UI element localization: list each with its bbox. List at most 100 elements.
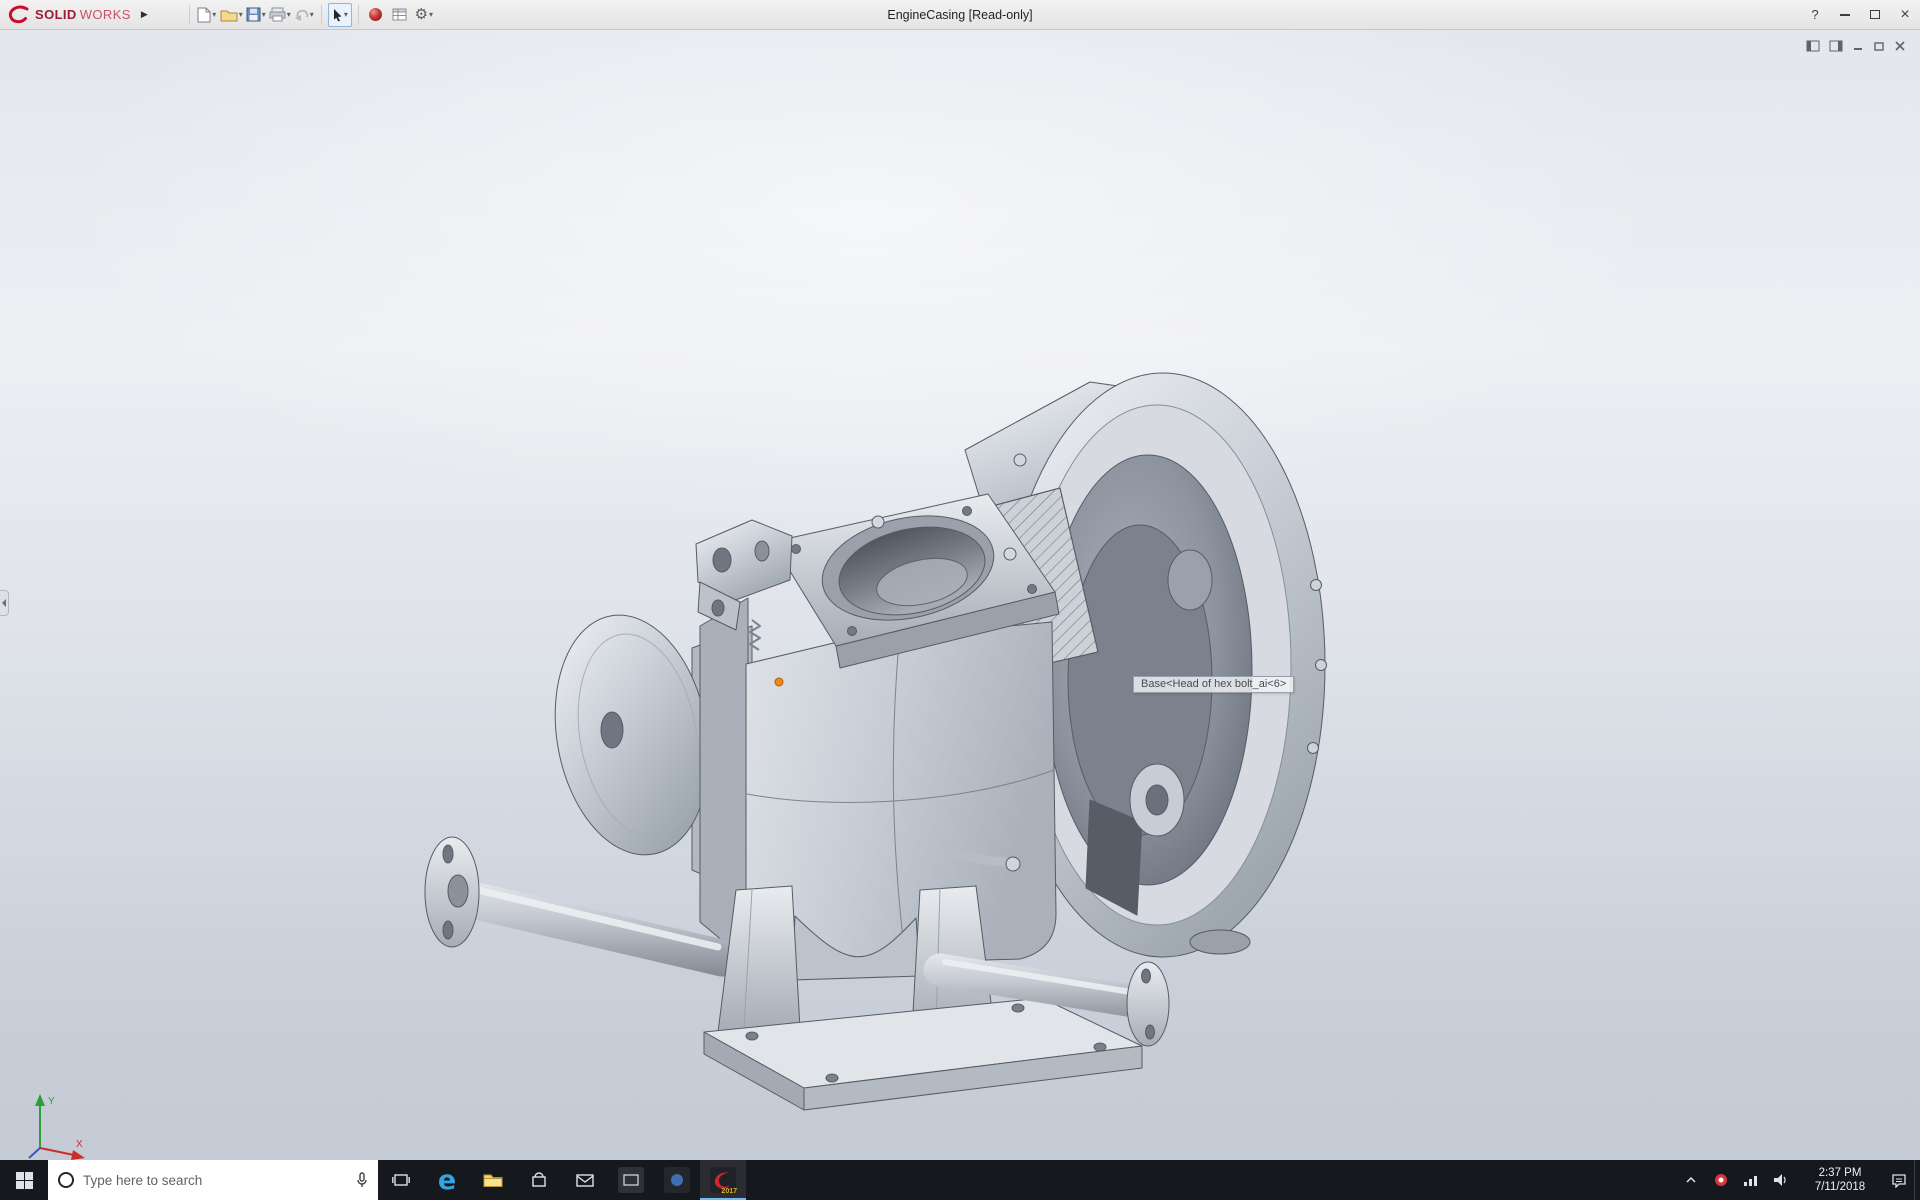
action-center-button[interactable] bbox=[1884, 1160, 1914, 1200]
panel-collapse-handle[interactable] bbox=[0, 590, 9, 616]
dropdown-arrow-icon[interactable]: ▾ bbox=[262, 10, 266, 19]
undo-icon bbox=[294, 8, 309, 21]
search-input[interactable] bbox=[83, 1173, 347, 1188]
pane-right-button[interactable] bbox=[1829, 40, 1843, 52]
undo-button[interactable]: ▾ bbox=[293, 3, 315, 27]
taskbar-search[interactable] bbox=[48, 1160, 378, 1200]
solidworks-version-badge: 2017 bbox=[721, 1188, 737, 1195]
open-folder-icon bbox=[220, 8, 238, 22]
print-button[interactable]: ▾ bbox=[269, 3, 291, 27]
clock-time: 2:37 PM bbox=[1819, 1166, 1862, 1180]
chevron-left-icon bbox=[2, 599, 6, 607]
taskbar-app-edge[interactable]: e bbox=[424, 1160, 470, 1200]
doc-minimize-button[interactable] bbox=[1852, 40, 1864, 52]
taskbar-app-pinned-1[interactable] bbox=[608, 1160, 654, 1200]
dropdown-arrow-icon[interactable]: ▾ bbox=[287, 10, 291, 19]
doc-restore-icon bbox=[1873, 40, 1885, 52]
minimize-icon bbox=[1840, 14, 1850, 16]
window-controls: ? × bbox=[1800, 0, 1920, 30]
toolbar-separator bbox=[189, 5, 190, 25]
minimize-button[interactable] bbox=[1830, 0, 1860, 30]
tray-app-icon bbox=[1714, 1173, 1728, 1187]
dropdown-arrow-icon[interactable]: ▾ bbox=[429, 10, 433, 19]
taskbar: e bbox=[0, 1160, 1920, 1200]
document-window-controls bbox=[1806, 40, 1906, 52]
options-button[interactable]: ⚙ ▾ bbox=[413, 3, 435, 27]
pinned-app-icon-1 bbox=[618, 1167, 644, 1193]
volume-button[interactable] bbox=[1766, 1160, 1796, 1200]
close-icon: × bbox=[1900, 7, 1909, 23]
component-tooltip: Base<Head of hex bolt_ai<6> bbox=[1133, 676, 1294, 693]
start-button[interactable] bbox=[0, 1160, 48, 1200]
action-center-icon bbox=[1891, 1173, 1907, 1188]
axis-x-label: X bbox=[76, 1139, 83, 1150]
tray-app-button[interactable] bbox=[1706, 1160, 1736, 1200]
mail-envelope-icon bbox=[576, 1174, 594, 1187]
volume-icon bbox=[1773, 1173, 1789, 1187]
toolbar-separator bbox=[321, 5, 322, 25]
appearance-button[interactable] bbox=[365, 3, 387, 27]
logo-text-solid: SOLID bbox=[35, 7, 77, 22]
pane-right-icon bbox=[1829, 40, 1843, 52]
close-button[interactable]: × bbox=[1890, 0, 1920, 30]
chevron-up-icon bbox=[1685, 1176, 1697, 1184]
save-button[interactable]: ▾ bbox=[245, 3, 267, 27]
dropdown-arrow-icon[interactable]: ▾ bbox=[310, 10, 314, 19]
front-axle-tube[interactable] bbox=[425, 837, 722, 958]
pane-left-button[interactable] bbox=[1806, 40, 1820, 52]
clock-date: 7/11/2018 bbox=[1815, 1180, 1865, 1194]
doc-restore-button[interactable] bbox=[1873, 40, 1885, 52]
taskbar-app-store[interactable] bbox=[516, 1160, 562, 1200]
engine-casing-model[interactable] bbox=[400, 330, 1330, 1120]
doc-close-button[interactable] bbox=[1894, 40, 1906, 52]
cortana-icon bbox=[58, 1172, 74, 1188]
network-button[interactable] bbox=[1736, 1160, 1766, 1200]
store-bag-icon bbox=[531, 1172, 547, 1188]
pinned-app-icon-2 bbox=[664, 1167, 690, 1193]
design-table-icon bbox=[392, 8, 407, 21]
toolbar-separator bbox=[358, 5, 359, 25]
new-document-icon bbox=[197, 7, 211, 23]
save-floppy-icon bbox=[246, 7, 261, 22]
open-document-button[interactable]: ▾ bbox=[220, 3, 243, 27]
pane-left-icon bbox=[1806, 40, 1820, 52]
taskbar-clock[interactable]: 2:37 PM 7/11/2018 bbox=[1796, 1160, 1884, 1200]
design-table-button[interactable] bbox=[389, 3, 411, 27]
taskbar-app-pinned-2[interactable] bbox=[654, 1160, 700, 1200]
gear-icon: ⚙ bbox=[415, 7, 428, 22]
hover-point-indicator bbox=[775, 678, 783, 686]
dropdown-arrow-icon[interactable]: ▾ bbox=[344, 10, 348, 19]
quick-access-toolbar: ▾ ▾ ▾ ▾ ▾ bbox=[184, 3, 436, 27]
tray-chevron-up-button[interactable] bbox=[1676, 1160, 1706, 1200]
taskbar-app-mail[interactable] bbox=[562, 1160, 608, 1200]
show-desktop-button[interactable] bbox=[1914, 1160, 1920, 1200]
maximize-button[interactable] bbox=[1860, 0, 1890, 30]
microphone-icon[interactable] bbox=[356, 1172, 368, 1188]
orientation-triad-icon: Y X bbox=[22, 1090, 92, 1168]
file-explorer-icon bbox=[483, 1172, 503, 1188]
help-button[interactable]: ? bbox=[1800, 0, 1830, 30]
taskbar-app-file-explorer[interactable] bbox=[470, 1160, 516, 1200]
taskbar-app-solidworks[interactable]: 2017 bbox=[700, 1160, 746, 1200]
doc-minimize-icon bbox=[1852, 40, 1864, 52]
toolbar-flyout-arrow-icon[interactable]: ▶ bbox=[141, 9, 148, 20]
logo-text-works: WORKS bbox=[80, 7, 131, 22]
axis-y-label: Y bbox=[48, 1096, 55, 1107]
graphics-viewport[interactable]: Base<Head of hex bolt_ai<6> Y X *Dimetri… bbox=[0, 30, 1920, 1160]
edge-icon: e bbox=[438, 1167, 456, 1194]
doc-close-icon bbox=[1894, 40, 1906, 52]
new-document-button[interactable]: ▾ bbox=[196, 3, 218, 27]
dropdown-arrow-icon[interactable]: ▾ bbox=[239, 10, 243, 19]
select-tool-button[interactable]: ▾ bbox=[328, 3, 352, 27]
task-view-icon bbox=[392, 1173, 410, 1187]
solidworks-logo: SOLIDWORKS bbox=[6, 5, 131, 25]
print-icon bbox=[269, 7, 286, 22]
titlebar: SOLIDWORKS ▶ ▾ ▾ ▾ bbox=[0, 0, 1920, 30]
select-cursor-icon bbox=[332, 8, 343, 22]
dassault-3ds-logo-icon bbox=[6, 5, 32, 25]
appearance-sphere-icon bbox=[369, 8, 382, 21]
maximize-icon bbox=[1870, 10, 1880, 19]
task-view-button[interactable] bbox=[378, 1160, 424, 1200]
windows-logo-icon bbox=[16, 1172, 33, 1189]
dropdown-arrow-icon[interactable]: ▾ bbox=[212, 10, 216, 19]
